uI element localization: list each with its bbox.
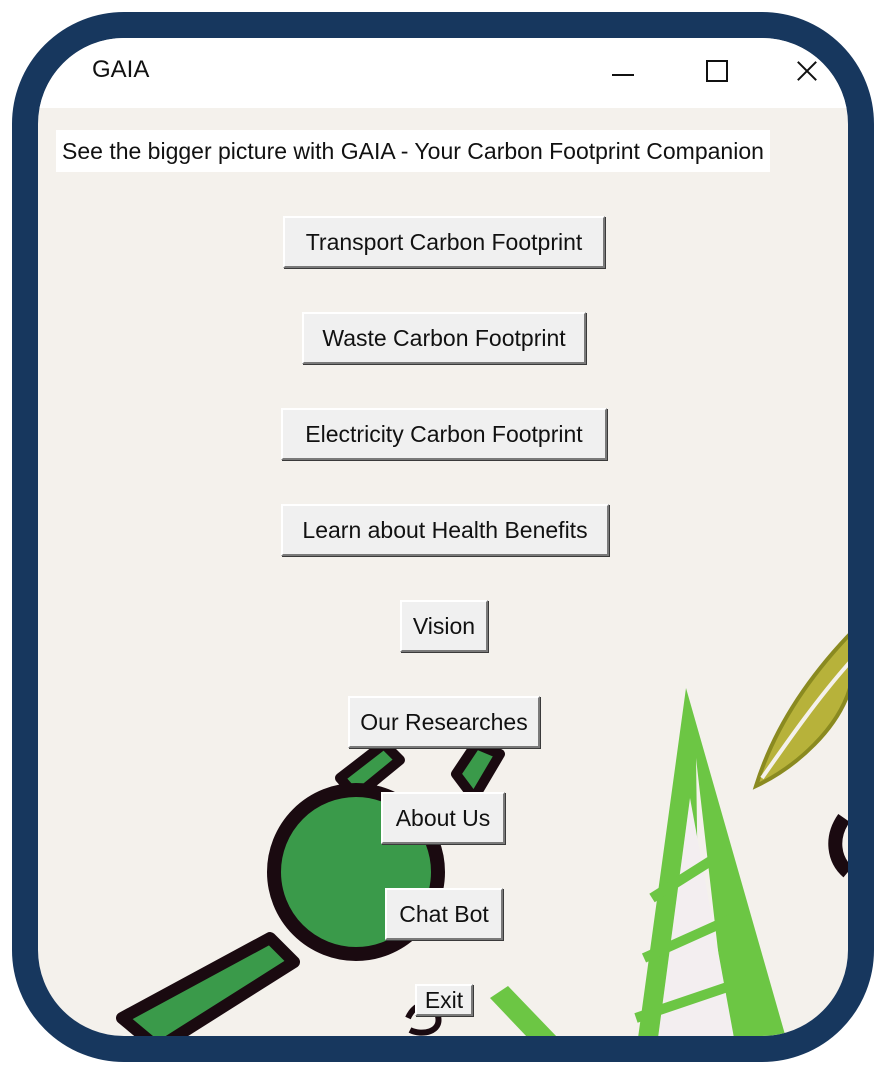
vision-button[interactable]: Vision	[400, 600, 488, 652]
window-title: GAIA	[92, 56, 150, 83]
device-frame: GAIA See the bigger picture with GAIA - …	[12, 12, 874, 1062]
maximize-button[interactable]	[692, 46, 742, 96]
chat-bot-button[interactable]: Chat Bot	[385, 888, 503, 940]
waste-carbon-footprint-button[interactable]: Waste Carbon Footprint	[302, 312, 586, 364]
exit-button[interactable]: Exit	[415, 984, 473, 1016]
transport-carbon-footprint-button[interactable]: Transport Carbon Footprint	[283, 216, 605, 268]
health-benefits-button[interactable]: Learn about Health Benefits	[281, 504, 609, 556]
title-bar: GAIA	[38, 38, 848, 108]
about-us-button[interactable]: About Us	[381, 792, 505, 844]
electricity-carbon-footprint-button[interactable]: Electricity Carbon Footprint	[281, 408, 607, 460]
our-researches-button[interactable]: Our Researches	[348, 696, 540, 748]
tagline-label: See the bigger picture with GAIA - Your …	[56, 130, 770, 172]
minimize-button[interactable]	[598, 46, 648, 96]
leaf-illustration	[490, 633, 848, 1036]
close-icon[interactable]	[782, 46, 832, 96]
